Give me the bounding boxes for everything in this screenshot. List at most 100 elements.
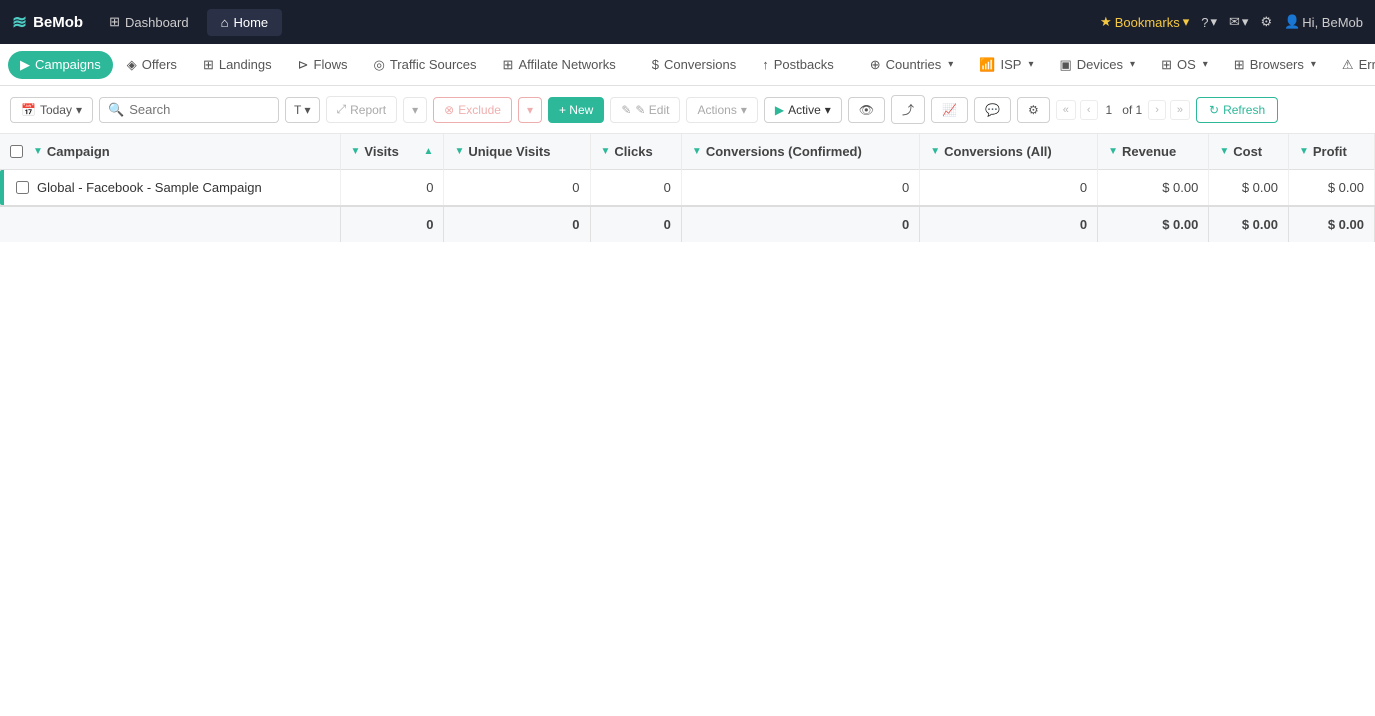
offers-icon: ◈ (127, 57, 137, 73)
col-cost-label: Cost (1233, 144, 1262, 159)
nav-conversions[interactable]: $ Conversions (640, 51, 749, 78)
campaigns-label: Campaigns (35, 57, 101, 72)
gear-icon: ⚙ (1260, 14, 1272, 30)
share-button[interactable]: ⤴ (891, 95, 925, 124)
footer-revenue: $ 0.00 (1098, 206, 1209, 242)
today-button[interactable]: 📅 Today ▾ (10, 97, 93, 123)
actions-label: Actions (697, 103, 736, 117)
messages-button[interactable]: ✉ ▾ (1229, 14, 1248, 30)
column-settings-button[interactable]: ⚙ (1017, 97, 1050, 123)
devices-chevron: ▾ (1130, 59, 1135, 70)
user-label: Hi, BeMob (1302, 15, 1363, 30)
nav-offers[interactable]: ◈ Offers (115, 51, 189, 79)
cost-filter-icon: ▼ (1219, 146, 1229, 157)
unique-visits-cell: 0 (444, 170, 590, 207)
edit-button[interactable]: ✎ ✎ Edit (610, 97, 680, 123)
clicks-cell: 0 (590, 170, 681, 207)
campaign-cell: Global - Facebook - Sample Campaign (0, 170, 340, 207)
visits-cell: 0 (340, 170, 444, 207)
nav-traffic-sources[interactable]: ◎ Traffic Sources (361, 51, 488, 79)
col-revenue-label: Revenue (1122, 144, 1176, 159)
nav-isp[interactable]: 📶 ISP ▾ (967, 51, 1045, 79)
conv-all-cell: 0 (920, 170, 1098, 207)
devices-icon: ▣ (1059, 57, 1071, 73)
home-label: Home (233, 15, 268, 30)
nav-postbacks[interactable]: ↑ Postbacks (750, 51, 845, 78)
col-campaign[interactable]: ▼ Campaign (0, 134, 340, 170)
comment-button[interactable]: 💬 (974, 97, 1011, 123)
refresh-button[interactable]: ↻ Refresh (1196, 97, 1278, 123)
col-visits[interactable]: ▼ Visits ▲ (340, 134, 444, 170)
nav-flows[interactable]: ⊳ Flows (286, 51, 360, 79)
next-page-button[interactable]: › (1148, 100, 1166, 120)
first-page-button[interactable]: « (1056, 100, 1076, 120)
prev-page-button[interactable]: ‹ (1080, 100, 1098, 120)
bookmarks-label: Bookmarks (1115, 15, 1180, 30)
report-dropdown[interactable]: ▾ (403, 97, 427, 123)
nav-errors[interactable]: ⚠ Errors (1330, 51, 1375, 79)
col-unique-visits[interactable]: ▼ Unique Visits (444, 134, 590, 170)
refresh-label: Refresh (1223, 103, 1265, 117)
nav-devices[interactable]: ▣ Devices ▾ (1047, 51, 1147, 79)
user-icon: 👤 (1284, 14, 1300, 30)
footer-conv-all: 0 (920, 206, 1098, 242)
user-menu[interactable]: 👤 Hi, BeMob (1284, 14, 1363, 30)
countries-label: Countries (886, 57, 942, 72)
landings-icon: ⊞ (203, 57, 214, 73)
help-button[interactable]: ? ▾ (1201, 14, 1217, 30)
pagination: « ‹ 1 of 1 › » (1056, 100, 1190, 120)
exclude-label: Exclude (458, 103, 501, 117)
new-button[interactable]: + New (548, 97, 604, 123)
select-all-checkbox[interactable] (10, 145, 23, 158)
offers-label: Offers (142, 57, 177, 72)
second-nav: ▶ Campaigns ◈ Offers ⊞ Landings ⊳ Flows … (0, 44, 1375, 86)
conv-conf-filter-icon: ▼ (692, 146, 702, 157)
col-clicks-label: Clicks (614, 144, 652, 159)
nav-affiliate-networks[interactable]: ⊞ Affilate Networks (491, 51, 628, 79)
os-label: OS (1177, 57, 1196, 72)
campaign-name: Global - Facebook - Sample Campaign (37, 180, 262, 195)
column-icon: ⚙ (1028, 103, 1039, 117)
dashboard-tab[interactable]: ⊞ Dashboard (95, 8, 203, 36)
actions-button[interactable]: Actions ▾ (686, 97, 757, 123)
logo: ≋ BeMob (12, 12, 83, 33)
nav-os[interactable]: ⊞ OS ▾ (1149, 51, 1220, 79)
traffic-label: Traffic Sources (390, 57, 477, 72)
actions-chevron: ▾ (741, 103, 747, 117)
conversions-label: Conversions (664, 57, 736, 72)
profit-filter-icon: ▼ (1299, 146, 1309, 157)
nav-landings[interactable]: ⊞ Landings (191, 51, 284, 79)
visits-filter-icon: ▼ (351, 146, 361, 157)
col-cost[interactable]: ▼ Cost (1209, 134, 1289, 170)
nav-browsers[interactable]: ⊞ Browsers ▾ (1222, 51, 1328, 79)
nav-right: ★ Bookmarks ▾ ? ▾ ✉ ▾ ⚙ 👤 Hi, BeMob (1100, 14, 1363, 30)
affiliate-label: Affilate Networks (518, 57, 615, 72)
errors-label: Errors (1359, 57, 1375, 72)
row-checkbox[interactable] (16, 181, 29, 194)
report-icon: ⤢ (337, 102, 347, 117)
bookmarks-link[interactable]: ★ Bookmarks ▾ (1100, 14, 1189, 30)
chart-button[interactable]: 📈 (931, 97, 968, 123)
edit-label: ✎ Edit (635, 103, 669, 117)
search-input[interactable] (129, 102, 249, 117)
active-button[interactable]: ▶ Active ▾ (764, 97, 842, 123)
nav-countries[interactable]: ⊕ Countries ▾ (858, 51, 966, 79)
last-page-button[interactable]: » (1170, 100, 1190, 120)
flows-icon: ⊳ (298, 57, 309, 73)
col-clicks[interactable]: ▼ Clicks (590, 134, 681, 170)
col-revenue[interactable]: ▼ Revenue (1098, 134, 1209, 170)
exclude-dropdown[interactable]: ▾ (518, 97, 542, 123)
logo-icon: ≋ (12, 12, 27, 33)
nav-campaigns[interactable]: ▶ Campaigns (8, 51, 113, 79)
col-conversions-all[interactable]: ▼ Conversions (All) (920, 134, 1098, 170)
report-button[interactable]: ⤢ Report (326, 96, 398, 123)
col-profit[interactable]: ▼ Profit (1288, 134, 1374, 170)
profit-cell: $ 0.00 (1288, 170, 1374, 207)
col-conversions-confirmed[interactable]: ▼ Conversions (Confirmed) (681, 134, 919, 170)
exclude-button[interactable]: ⊗ Exclude (433, 97, 512, 123)
settings-button[interactable]: ⚙ (1260, 14, 1272, 30)
filter-type-button[interactable]: T ▾ (285, 97, 319, 123)
countries-icon: ⊕ (870, 57, 881, 73)
home-tab[interactable]: ⌂ Home (207, 9, 283, 36)
eye-button[interactable]: 👁 (848, 97, 885, 123)
